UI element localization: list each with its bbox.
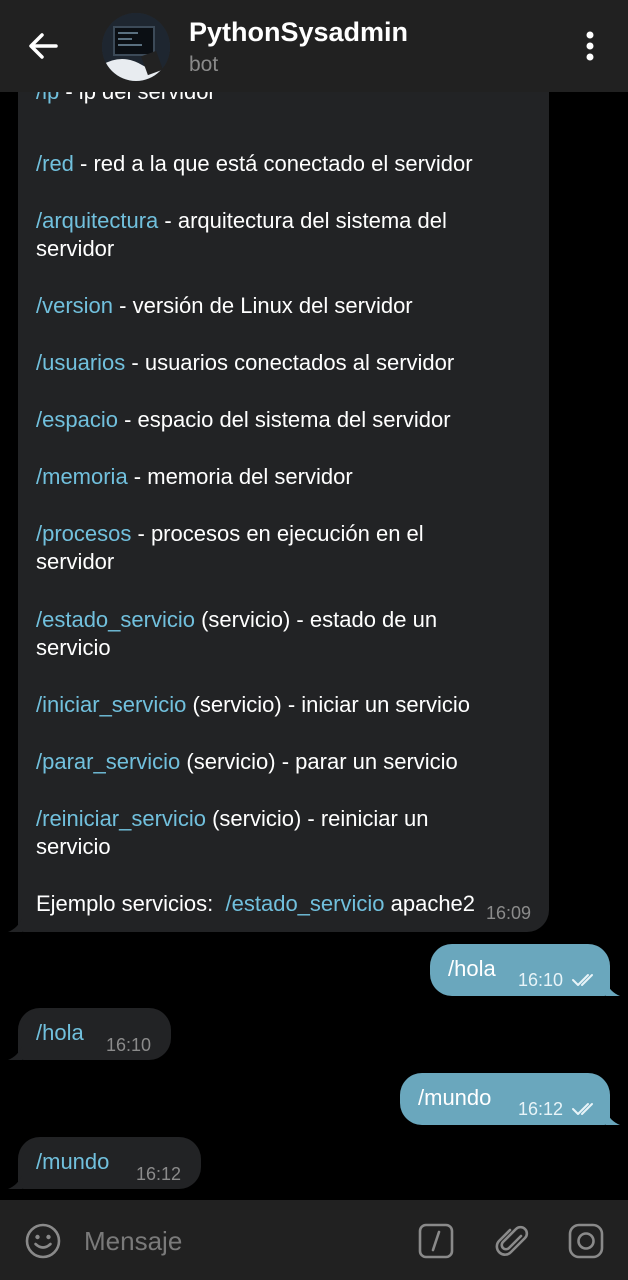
command-link[interactable]: /arquitectura bbox=[36, 208, 158, 233]
example-line: Ejemplo servicios: /estado_servicio apac… bbox=[36, 890, 546, 918]
bubble-tail bbox=[8, 1046, 22, 1060]
command-link[interactable]: /estado_servicio bbox=[226, 891, 385, 916]
message-time: 16:12 bbox=[518, 1099, 564, 1119]
slash-command-icon bbox=[418, 1223, 454, 1259]
menu-button[interactable] bbox=[576, 26, 604, 66]
command-description: - usuarios conectados al servidor bbox=[125, 350, 455, 375]
command-link[interactable]: /parar_servicio bbox=[36, 749, 180, 774]
command-description: - espacio del sistema del servidor bbox=[117, 407, 451, 432]
back-button[interactable] bbox=[22, 26, 66, 66]
message-text[interactable]: /mundo bbox=[36, 1148, 109, 1176]
command-link[interactable]: /memoria bbox=[36, 464, 128, 489]
command-link[interactable]: /estado_servicio bbox=[36, 607, 195, 632]
bubble-tail bbox=[606, 982, 620, 996]
command-description: - ip del servidor bbox=[59, 92, 215, 104]
chat-screen: PythonSysadmin bot /ip - ip del servidor… bbox=[0, 0, 628, 1280]
help-line: /procesos - procesos en ejecución en el s… bbox=[36, 520, 536, 576]
incoming-message[interactable]: /mundo 16:12 bbox=[8, 1137, 201, 1189]
double-check-icon bbox=[572, 974, 593, 986]
command-description: (servicio) - reiniciar un bbox=[205, 806, 429, 831]
more-vertical-icon bbox=[586, 31, 594, 61]
help-line: /red - red a la que está conectado el se… bbox=[36, 150, 536, 178]
command-description: (servicio) - estado de un bbox=[194, 607, 438, 632]
help-line: /ip - ip del servidor bbox=[36, 92, 536, 106]
bubble-tail bbox=[606, 1111, 620, 1125]
outgoing-message[interactable]: /mundo 16:12 bbox=[400, 1073, 620, 1125]
command-description: - red a la que está conectado el servido… bbox=[73, 151, 473, 176]
help-line: /arquitectura - arquitectura del sistema… bbox=[36, 207, 536, 263]
command-link[interactable]: /reiniciar_servicio bbox=[36, 806, 206, 831]
message-time: 16:10 bbox=[106, 1035, 152, 1055]
commands-button[interactable] bbox=[418, 1223, 454, 1259]
bubble-tail bbox=[8, 1175, 22, 1189]
command-link[interactable]: /red bbox=[36, 151, 74, 176]
help-line: /espacio - espacio del sistema del servi… bbox=[36, 406, 536, 434]
help-line: /parar_servicio (servicio) - parar un se… bbox=[36, 748, 536, 776]
paperclip-icon bbox=[495, 1225, 529, 1256]
help-line: /memoria - memoria del servidor bbox=[36, 463, 536, 491]
back-arrow-icon bbox=[29, 33, 58, 59]
command-description-cont: servicio bbox=[36, 635, 111, 660]
message-list[interactable]: /ip - ip del servidor /red - red a la qu… bbox=[0, 92, 628, 1200]
avatar[interactable] bbox=[102, 13, 170, 81]
bot-avatar-icon bbox=[102, 13, 170, 81]
command-description-cont: servicio bbox=[36, 834, 111, 859]
message-text[interactable]: /hola bbox=[36, 1019, 84, 1047]
command-link[interactable]: /iniciar_servicio bbox=[36, 692, 186, 717]
command-description: - procesos en ejecución en el bbox=[131, 521, 424, 546]
message-text: /hola bbox=[448, 956, 496, 981]
help-line: /usuarios - usuarios conectados al servi… bbox=[36, 349, 536, 377]
chat-header: PythonSysadmin bot bbox=[0, 0, 628, 92]
command-description: (servicio) - parar un servicio bbox=[180, 749, 458, 774]
command-description: (servicio) - iniciar un servicio bbox=[186, 692, 471, 717]
chat-subtitle: bot bbox=[189, 53, 219, 76]
message-time: 16:10 bbox=[518, 970, 564, 990]
chat-title[interactable]: PythonSysadmin bbox=[189, 17, 408, 48]
command-link[interactable]: /ip bbox=[36, 92, 59, 104]
command-description: - versión de Linux del servidor bbox=[113, 293, 413, 318]
command-link[interactable]: /espacio bbox=[36, 407, 118, 432]
bubble-tail bbox=[8, 918, 22, 932]
command-description-cont: servidor bbox=[36, 236, 115, 261]
emoji-icon bbox=[25, 1223, 61, 1259]
outgoing-message[interactable]: /hola 16:10 bbox=[430, 944, 620, 996]
help-line: /estado_servicio (servicio) - estado de … bbox=[36, 606, 536, 662]
command-link[interactable]: /version bbox=[36, 293, 113, 318]
command-description: - memoria del servidor bbox=[127, 464, 353, 489]
emoji-button[interactable] bbox=[24, 1222, 62, 1260]
help-line: /version - versión de Linux del servidor bbox=[36, 292, 536, 320]
double-check-icon bbox=[572, 1103, 593, 1115]
command-description-cont: servidor bbox=[36, 549, 115, 574]
help-message-bubble[interactable]: /ip - ip del servidor /red - red a la qu… bbox=[8, 92, 549, 932]
message-input[interactable]: Mensaje bbox=[84, 1226, 182, 1257]
command-description: - arquitectura del sistema del bbox=[158, 208, 447, 233]
command-link[interactable]: /procesos bbox=[36, 521, 131, 546]
incoming-message[interactable]: /hola 16:10 bbox=[8, 1008, 171, 1060]
help-line: /iniciar_servicio (servicio) - iniciar u… bbox=[36, 691, 536, 719]
message-time: 16:09 bbox=[485, 903, 531, 923]
example-prefix: Ejemplo servicios: bbox=[36, 891, 226, 916]
help-line: /reiniciar_servicio (servicio) - reinici… bbox=[36, 805, 536, 861]
message-input-bar: Mensaje bbox=[0, 1200, 628, 1280]
example-suffix: apache2 bbox=[384, 891, 476, 916]
message-time: 16:12 bbox=[136, 1164, 182, 1184]
command-link[interactable]: /usuarios bbox=[36, 350, 125, 375]
message-text: /mundo bbox=[418, 1085, 492, 1110]
attach-button[interactable] bbox=[494, 1222, 532, 1260]
camera-icon bbox=[568, 1223, 604, 1259]
camera-button[interactable] bbox=[568, 1223, 604, 1259]
